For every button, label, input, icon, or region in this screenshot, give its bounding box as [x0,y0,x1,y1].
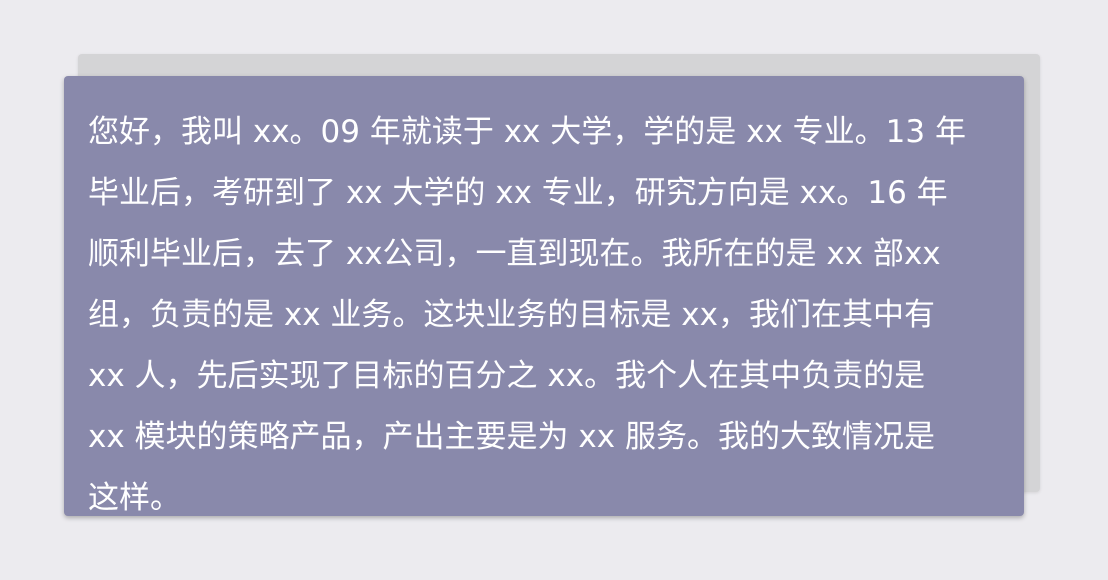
intro-text-line-4: 组，负责的是 xx 业务。这块业务的目标是 xx，我们在其中有 [88,297,935,333]
intro-text-line-1: 您好，我叫 xx。09 年就读于 xx 大学，学的是 xx 专业。13 年 [88,114,966,150]
intro-text-line-6: xx 模块的策略产品，产出主要是为 xx 服务。我的大致情况是 [88,419,935,455]
intro-text-line-3: 顺利毕业后，去了 xx公司，一直到现在。我所在的是 xx 部xx [88,236,941,272]
intro-text-line-2: 毕业后，考研到了 xx 大学的 xx 专业，研究方向是 xx。16 年 [88,175,948,211]
intro-text-line-5: xx 人，先后实现了目标的百分之 xx。我个人在其中负责的是 [88,358,926,394]
self-introduction-card: 您好，我叫 xx。09 年就读于 xx 大学，学的是 xx 专业。13 年 毕业… [64,76,1024,516]
intro-text-line-7: 这样。 [88,480,181,516]
